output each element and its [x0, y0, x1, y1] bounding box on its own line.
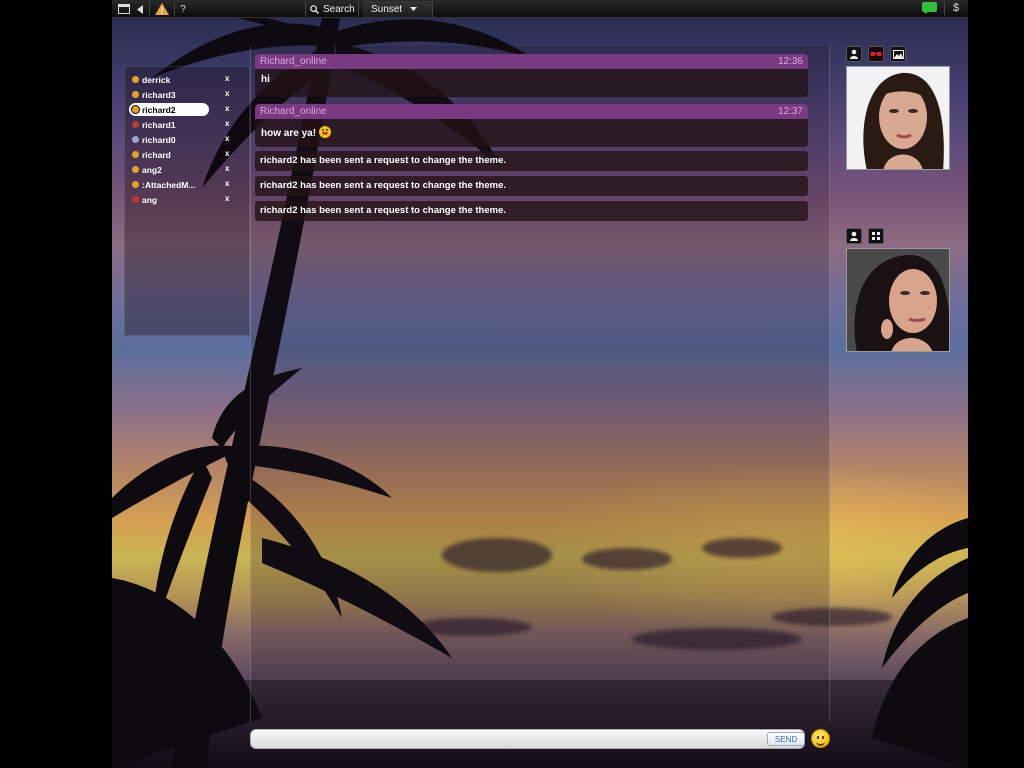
contact-name: richard1	[142, 119, 176, 130]
grid-icon	[872, 232, 880, 240]
contact-name: :AttachedM...	[142, 179, 196, 190]
webcam-toggle-button[interactable]	[868, 228, 884, 244]
contact-item[interactable]: richard1	[129, 118, 239, 131]
status-dot-icon	[132, 106, 139, 113]
message-header: Richard_online 12:37	[255, 104, 808, 119]
contact-item[interactable]: richard	[129, 148, 239, 161]
status-dot-icon	[132, 76, 139, 83]
contact-name: ang2	[142, 164, 162, 175]
status-dot-icon	[132, 121, 139, 128]
profile-button[interactable]	[846, 228, 862, 244]
contact-list: derrick x richard3 x richard2 x richard1 x richa…	[124, 66, 250, 336]
remove-contact-button[interactable]: x	[225, 164, 229, 173]
message-body: how are ya!	[255, 119, 808, 147]
message-input[interactable]	[257, 732, 762, 747]
message-time: 12:36	[777, 56, 803, 67]
contact-item[interactable]: richard3	[129, 88, 239, 101]
warning-icon	[155, 3, 169, 15]
theme-label: Sunset	[371, 3, 403, 15]
divider	[149, 2, 150, 16]
message-body: hi	[255, 69, 808, 97]
contact-item[interactable]: ang	[129, 193, 239, 206]
remove-contact-button[interactable]: x	[225, 104, 229, 113]
remove-contact-button[interactable]: x	[225, 74, 229, 83]
contact-item[interactable]: :AttachedM...	[129, 178, 239, 191]
dollar-button[interactable]: $	[948, 0, 964, 16]
portrait-image	[847, 67, 949, 169]
webcam-button[interactable]	[868, 46, 884, 62]
status-dot-icon	[132, 166, 139, 173]
message-time: 12:37	[777, 106, 803, 117]
back-icon	[136, 4, 143, 14]
message-input-container	[250, 729, 805, 749]
window-button[interactable]	[116, 1, 132, 17]
glasses-icon	[870, 52, 882, 56]
image-icon	[892, 49, 904, 59]
smiley-icon[interactable]	[811, 729, 830, 748]
contact-name: ang	[142, 194, 158, 205]
remove-contact-button[interactable]: x	[225, 194, 229, 203]
help-button[interactable]: ?	[176, 1, 190, 17]
status-dot-icon	[132, 181, 139, 188]
contact-item[interactable]: richard2	[129, 103, 209, 116]
contact-item[interactable]: ang2	[129, 163, 239, 176]
divider	[944, 2, 945, 16]
search-button[interactable]: Search	[305, 1, 359, 17]
message-text: how are ya!	[261, 128, 317, 139]
portrait-image	[847, 249, 949, 351]
search-label: Search	[323, 3, 355, 15]
system-message: richard2 has been sent a request to chan…	[255, 151, 808, 171]
remove-contact-button[interactable]: x	[225, 179, 229, 188]
theme-dropdown[interactable]: Sunset	[363, 1, 433, 17]
top-toolbar: ? Search Sunset $	[112, 0, 968, 18]
dollar-icon: $	[952, 2, 960, 14]
system-message: richard2 has been sent a request to chan…	[255, 176, 808, 196]
status-dot-icon	[132, 196, 139, 203]
user-icon	[850, 49, 858, 59]
contact-name: derrick	[142, 74, 171, 85]
remove-contact-button[interactable]: x	[225, 134, 229, 143]
status-dot-icon	[132, 151, 139, 158]
system-message: richard2 has been sent a request to chan…	[255, 201, 808, 221]
chat-panel	[250, 46, 830, 722]
system-message-text: richard2 has been sent a request to chan…	[260, 205, 507, 216]
window-icon	[118, 4, 130, 14]
message-sender: Richard_online	[260, 56, 327, 67]
user-icon	[850, 231, 858, 241]
alert-button[interactable]	[152, 1, 172, 17]
divider	[174, 2, 175, 16]
message-sender: Richard_online	[260, 106, 327, 117]
contact-name: richard0	[142, 134, 176, 145]
contact-item[interactable]: derrick	[129, 73, 239, 86]
system-message-text: richard2 has been sent a request to chan…	[260, 180, 507, 191]
photo-button[interactable]	[890, 46, 906, 62]
status-dot-icon	[132, 136, 139, 143]
status-dot-icon	[132, 91, 139, 98]
message-text: hi	[261, 74, 270, 85]
smiley-emoji-icon	[319, 126, 332, 138]
message-header: Richard_online 12:36	[255, 54, 808, 69]
contact-name: richard3	[142, 89, 176, 100]
send-button[interactable]: SEND	[767, 732, 805, 746]
contact-photo	[846, 248, 950, 352]
remove-contact-button[interactable]: x	[225, 89, 229, 98]
contact-item[interactable]: richard0	[129, 133, 239, 146]
remove-contact-button[interactable]: x	[225, 149, 229, 158]
remove-contact-button[interactable]: x	[225, 119, 229, 128]
status-green-icon	[921, 2, 937, 14]
contact-name: richard	[142, 149, 171, 160]
profile-button[interactable]	[846, 46, 862, 62]
chevron-down-icon	[410, 7, 418, 11]
system-message-text: richard2 has been sent a request to chan…	[260, 155, 507, 166]
status-button[interactable]	[918, 0, 940, 16]
user-photo	[846, 66, 950, 170]
search-icon	[310, 4, 319, 14]
back-button[interactable]	[133, 1, 147, 17]
contact-name: richard2	[142, 104, 176, 115]
